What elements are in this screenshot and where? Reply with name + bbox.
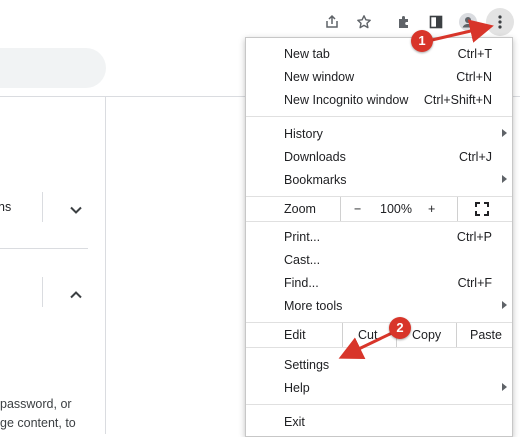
menu-item-settings[interactable]: Settings (246, 354, 512, 376)
submenu-arrow-icon (502, 383, 507, 391)
callout-badge: 1 (411, 30, 433, 52)
menu-item-help[interactable]: Help (246, 377, 512, 399)
menu-item-new-tab[interactable]: New tab Ctrl+T (246, 43, 512, 65)
menu-item-label: History (284, 127, 323, 141)
more-menu-icon[interactable] (486, 8, 514, 36)
menu-item-shortcut: Ctrl+F (457, 276, 492, 290)
paragraph-line: ge content, to (0, 416, 76, 430)
menu-separator (246, 221, 512, 222)
menu-item-exit[interactable]: Exit (246, 411, 512, 433)
submenu-arrow-icon (502, 301, 507, 309)
menu-item-label: Print... (284, 230, 321, 244)
zoom-in-button[interactable]: + (428, 202, 435, 216)
chrome-main-menu: New tab Ctrl+T New window Ctrl+N New Inc… (245, 37, 513, 437)
submenu-arrow-icon (502, 129, 507, 137)
menu-item-label: New tab (284, 47, 330, 61)
menu-item-bookmarks[interactable]: Bookmarks (246, 169, 512, 191)
menu-item-label: Bookmarks (284, 173, 347, 187)
search-input[interactable] (0, 48, 106, 88)
menu-item-more-tools[interactable]: More tools (246, 295, 512, 317)
menu-item-cast[interactable]: Cast... (246, 249, 512, 271)
edit-cell-divider (342, 323, 343, 347)
zoom-level: 100% (380, 202, 412, 216)
profile-icon[interactable] (454, 8, 482, 36)
menu-separator (246, 116, 512, 117)
menu-item-label: Exit (284, 415, 305, 429)
bookmark-star-icon[interactable] (350, 8, 378, 36)
menu-item-downloads[interactable]: Downloads Ctrl+J (246, 146, 512, 168)
copy-button[interactable]: Copy (412, 328, 441, 342)
menu-separator (246, 347, 512, 348)
menu-item-label: Cast... (284, 253, 321, 267)
fullscreen-icon[interactable] (475, 202, 489, 219)
row-divider (0, 248, 88, 249)
menu-item-shortcut: Ctrl+P (456, 230, 492, 244)
zoom-cell-divider (457, 197, 458, 221)
menu-item-label: Settings (284, 358, 330, 372)
edit-label: Edit (284, 328, 306, 342)
menu-item-label: New window (284, 70, 355, 84)
zoom-row: Zoom − 100% + (246, 197, 512, 221)
sidebar-divider (105, 97, 106, 434)
menu-item-new-incognito-window[interactable]: New Incognito window Ctrl+Shift+N (246, 89, 512, 111)
submenu-arrow-icon (502, 175, 507, 183)
menu-item-new-window[interactable]: New window Ctrl+N (246, 66, 512, 88)
settings-row-label: ns (0, 200, 12, 214)
menu-item-label: Downloads (284, 150, 346, 164)
menu-item-label: Help (284, 381, 310, 395)
menu-item-print[interactable]: Print... Ctrl+P (246, 226, 512, 248)
callout-badge: 2 (389, 317, 411, 339)
menu-item-label: Find... (284, 276, 319, 290)
chevron-up-icon[interactable] (70, 288, 82, 302)
row-separator (42, 192, 43, 222)
row-separator (42, 277, 43, 307)
share-icon[interactable] (318, 8, 346, 36)
menu-item-shortcut: Ctrl+T (457, 47, 492, 61)
cut-button[interactable]: Cut (358, 328, 377, 342)
page-paragraph: password, or ge content, to (0, 395, 100, 433)
zoom-cell-divider (340, 197, 341, 221)
zoom-out-button[interactable]: − (354, 202, 361, 216)
menu-item-shortcut: Ctrl+Shift+N (423, 93, 492, 107)
menu-item-shortcut: Ctrl+N (456, 70, 492, 84)
zoom-label: Zoom (284, 202, 316, 216)
edit-row: Edit Cut Copy Paste (246, 323, 512, 347)
menu-item-history[interactable]: History (246, 123, 512, 145)
paragraph-line: password, or (0, 397, 72, 411)
menu-item-shortcut: Ctrl+J (459, 150, 492, 164)
menu-item-label: New Incognito window (284, 93, 409, 107)
paste-button[interactable]: Paste (470, 328, 502, 342)
chevron-down-icon[interactable] (70, 203, 82, 217)
menu-item-find[interactable]: Find... Ctrl+F (246, 272, 512, 294)
menu-item-label: More tools (284, 299, 343, 313)
menu-separator (246, 404, 512, 405)
edit-cell-divider (456, 323, 457, 347)
